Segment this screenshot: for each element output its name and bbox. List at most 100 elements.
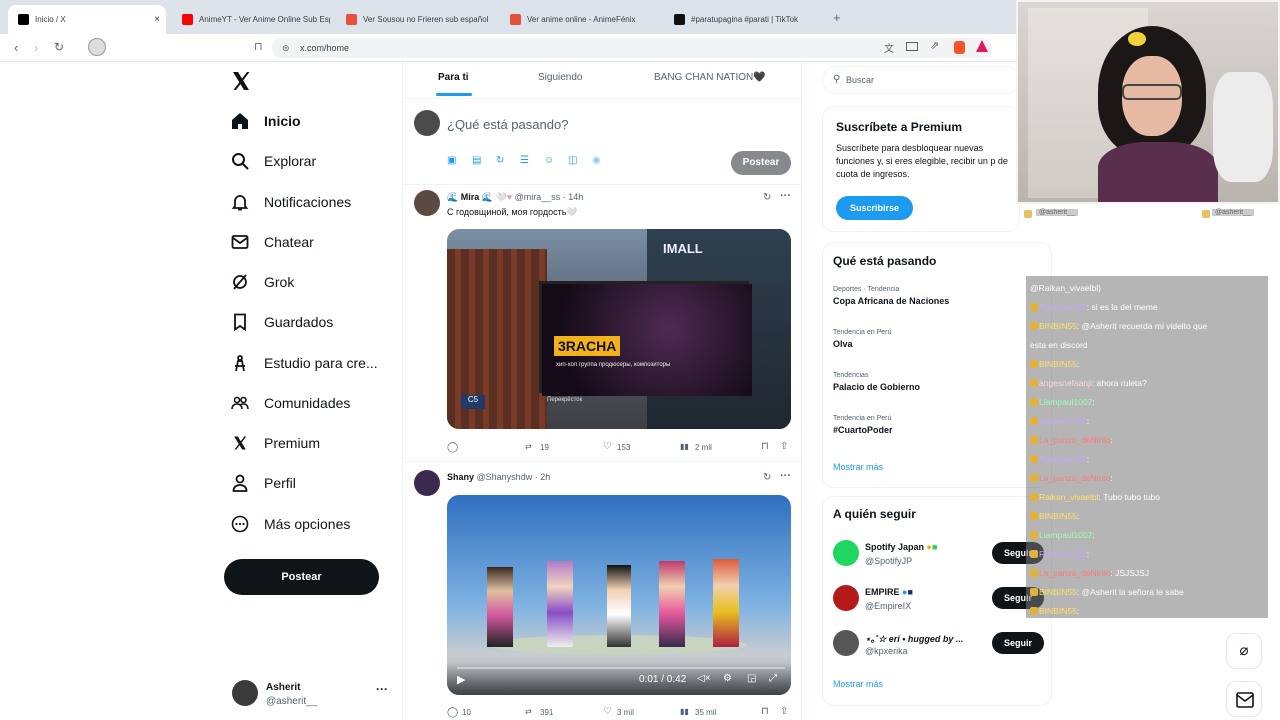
grok-icon[interactable]: ↻	[763, 192, 771, 203]
compose-post-button[interactable]: Postear	[731, 151, 791, 175]
image-icon[interactable]: ▣	[447, 155, 456, 166]
reply-icon[interactable]: ◯	[447, 707, 458, 718]
reply-icon[interactable]: ◯	[447, 442, 458, 453]
search-box[interactable]: ⚲ Buscar	[822, 66, 1020, 94]
trends-title: Qué está pasando	[833, 254, 937, 268]
extension-avatar-icon[interactable]	[88, 38, 106, 56]
views-icon[interactable]: ▮▮	[680, 442, 689, 451]
tab-animefenix[interactable]: Ver anime online - AnimeFénix	[500, 7, 658, 31]
more-horizontal-icon[interactable]: ···	[376, 682, 388, 696]
views-icon[interactable]: ▮▮	[680, 707, 689, 716]
share-icon[interactable]: ⇧	[780, 441, 788, 452]
account-switcher[interactable]: Asherit @asherit__ ···	[226, 676, 396, 712]
tweet-author: Shany	[447, 472, 475, 482]
nav-home[interactable]: Inicio	[230, 111, 301, 131]
share-icon[interactable]: ⇗	[930, 39, 939, 52]
nav-chat[interactable]: Chatear	[230, 232, 314, 252]
bookmark-icon[interactable]: ⊓	[761, 441, 769, 452]
compose-input[interactable]: ¿Qué está pasando?	[447, 117, 568, 132]
emoji-icon[interactable]: ☺	[544, 155, 554, 166]
tab-tiktok[interactable]: #paratupagina #parati | TikTok	[664, 7, 822, 31]
address-toolbar: ‹ › ↻ ⊓ ⊜ x.com/home 文 ⇗	[0, 34, 1020, 62]
fullscreen-icon[interactable]: ⤢	[769, 673, 777, 684]
trend-item[interactable]: Tendencia en Perú #CuartoPoder	[833, 415, 893, 435]
poll-icon[interactable]: ☰	[520, 155, 529, 166]
retweet-icon[interactable]: ⇄	[525, 707, 532, 716]
cast-icon[interactable]	[906, 42, 918, 51]
chat-text: :	[1092, 397, 1095, 407]
bookmark-icon[interactable]: ⊓	[761, 706, 769, 717]
chat-text: esta en discord	[1030, 340, 1088, 350]
nav-communities[interactable]: Comunidades	[230, 393, 350, 413]
reload-icon[interactable]: ↻	[54, 40, 64, 54]
streamer-handle-label: @asherit__	[1212, 209, 1254, 216]
like-icon[interactable]: ♡	[603, 706, 612, 717]
badge-icon	[1202, 210, 1210, 218]
retweet-icon[interactable]: ⇄	[525, 442, 532, 451]
trend-item[interactable]: Tendencia en Perú Olva	[833, 329, 891, 349]
grok-icon[interactable]: ↻	[763, 472, 771, 483]
tab-frieren[interactable]: Ver Sousou no Frieren sub español	[336, 7, 494, 31]
chat-username: La_panza_deNirito	[1039, 473, 1111, 483]
back-icon[interactable]: ‹	[14, 40, 18, 55]
nav-creator-studio[interactable]: Estudio para cre...	[230, 353, 378, 373]
settings-icon[interactable]: ⚙	[723, 673, 732, 684]
nav-explore[interactable]: Explorar	[230, 151, 316, 171]
grok-icon[interactable]: ⌀	[1226, 633, 1262, 669]
like-icon[interactable]: ♡	[603, 441, 612, 452]
picture-in-picture-icon[interactable]: ◲	[747, 673, 756, 684]
chat-message: RulerAran02:	[1028, 450, 1268, 468]
tab-bang-chan-nation[interactable]: BANG CHAN NATION🖤	[654, 72, 766, 83]
nav-premium[interactable]: Premium	[230, 433, 320, 453]
premium-body: Suscríbete para desbloquear nuevas funci…	[836, 143, 1008, 179]
video-progress-track[interactable]	[457, 667, 785, 669]
play-icon[interactable]: ▶	[457, 673, 465, 686]
tweet-image[interactable]: IMALL 3RACHA хип-хоп группа продюсеры, к…	[447, 229, 791, 429]
brave-shield-icon[interactable]	[954, 41, 965, 54]
tab-x-home[interactable]: Inicio / X ×	[8, 5, 166, 34]
suggestion-handle: @kpxerika	[865, 646, 908, 656]
close-tab-icon[interactable]: ×	[154, 14, 160, 25]
nav-profile[interactable]: Perfil	[230, 473, 296, 493]
mall-sign: IMALL	[663, 241, 703, 256]
x-logo-icon	[18, 14, 29, 25]
nav-more-options[interactable]: Más opciones	[230, 514, 350, 534]
post-button[interactable]: Postear	[224, 559, 379, 595]
tab-animeyt[interactable]: AnimeYT - Ver Anime Online Sub Esp	[172, 7, 330, 31]
tweet[interactable]: Shany @Shanyshdw · 2h ↻ ··· ▶ 0:01 / 0:4…	[403, 462, 803, 720]
brave-rewards-icon[interactable]	[976, 40, 988, 52]
show-more-link[interactable]: Mostrar más	[833, 679, 883, 689]
follow-button[interactable]: Seguir	[992, 632, 1044, 654]
chat-message: RulerAran02:	[1028, 545, 1268, 563]
subscribe-button[interactable]: Suscribirse	[836, 196, 913, 220]
grok-icon[interactable]: ↻	[496, 155, 504, 166]
x-logo-icon[interactable]	[230, 70, 252, 92]
search-input[interactable]: Buscar	[846, 75, 874, 85]
trend-item[interactable]: Tendencias Palacio de Gobierno	[833, 372, 920, 392]
translate-icon[interactable]: 文	[884, 40, 894, 55]
gif-icon[interactable]: ▤	[472, 155, 481, 166]
show-more-link[interactable]: Mostrar más	[833, 462, 883, 472]
tab-for-you[interactable]: Para ti	[438, 72, 469, 83]
browser-tab-strip: Inicio / X × AnimeYT - Ver Anime Online …	[0, 0, 1020, 34]
tweet[interactable]: 🌊 Mira 🌊 🤍♥ @mira__ss · 14h ↻ ··· С годо…	[403, 185, 803, 462]
nav-bookmarks[interactable]: Guardados	[230, 312, 333, 332]
mute-icon[interactable]: ◁×	[697, 673, 711, 684]
share-icon[interactable]: ⇧	[780, 706, 788, 717]
tab-following[interactable]: Siguiendo	[538, 72, 582, 83]
chat-text: : si es la del meme	[1086, 302, 1158, 312]
nav-notifications[interactable]: Notificaciones	[230, 192, 351, 212]
site-info-icon[interactable]: ⊜	[282, 38, 290, 58]
location-icon[interactable]: ◉	[592, 155, 601, 166]
trend-item[interactable]: Deportes · Tendencia Copa Africana de Nac…	[833, 286, 949, 306]
new-tab-button[interactable]: +	[833, 10, 841, 25]
nav-grok[interactable]: Grok	[230, 272, 294, 292]
bookmark-page-icon[interactable]: ⊓	[254, 40, 263, 53]
tweet-video[interactable]: ▶ 0:01 / 0:42 ◁× ⚙ ◲ ⤢	[447, 495, 791, 695]
more-horizontal-icon[interactable]: ···	[780, 470, 791, 482]
messages-button[interactable]	[1226, 681, 1262, 717]
chat-badge-icon	[1030, 512, 1038, 520]
more-horizontal-icon[interactable]: ···	[780, 190, 791, 202]
forward-icon[interactable]: ›	[34, 40, 38, 55]
schedule-icon[interactable]: ◫	[568, 155, 577, 166]
